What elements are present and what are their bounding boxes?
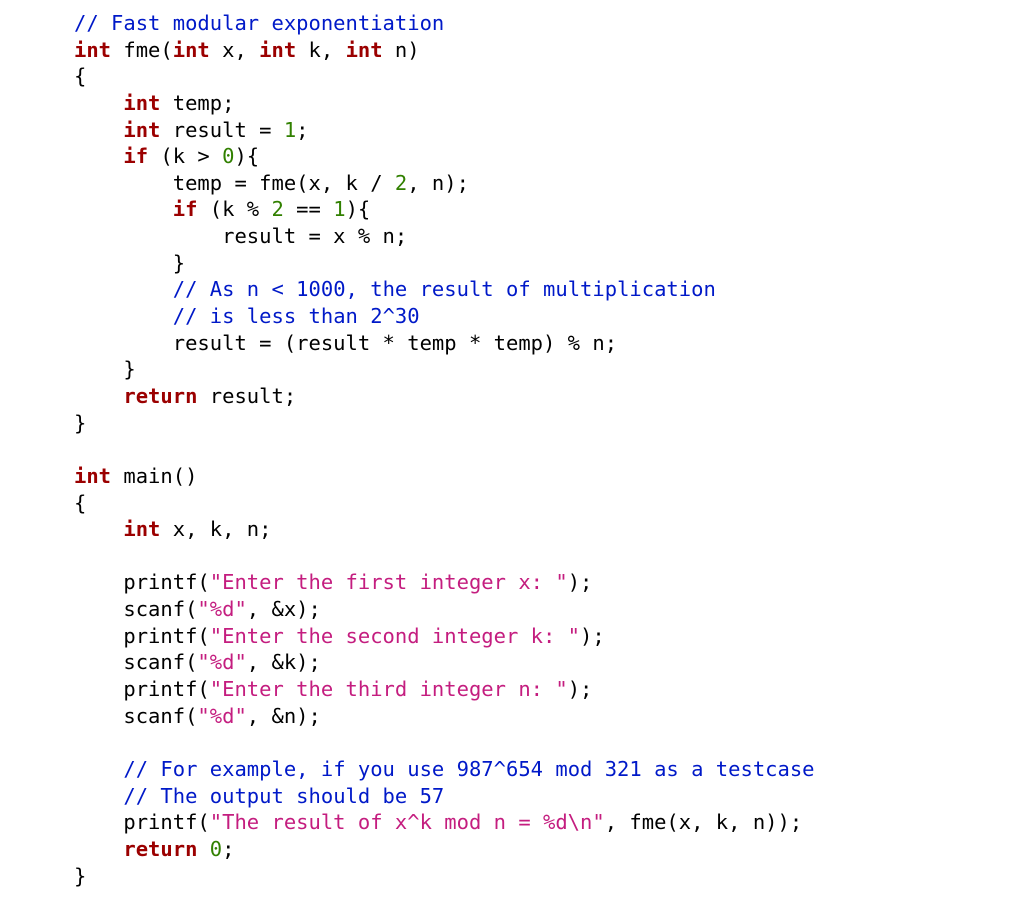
code-token: n) — [383, 38, 420, 62]
code-token — [74, 784, 123, 808]
code-token: , n); — [407, 171, 469, 195]
code-token: } — [74, 251, 185, 275]
code-token: result = (result * temp * temp) % n; — [74, 331, 617, 355]
code-token: ){ — [346, 197, 371, 221]
code-token: 2 — [272, 197, 284, 221]
code-token: , &x); — [247, 597, 321, 621]
code-token — [74, 91, 123, 115]
code-token: result = x % n; — [74, 224, 407, 248]
code-token: temp; — [160, 91, 234, 115]
code-token — [74, 384, 123, 408]
code-token: x, — [210, 38, 259, 62]
code-token: 1 — [284, 118, 296, 142]
code-token: { — [74, 491, 86, 515]
code-token: // Fast modular exponentiation — [74, 11, 444, 35]
code-token: scanf( — [74, 597, 197, 621]
code-token: 0 — [210, 837, 222, 861]
code-token: "Enter the third integer n: " — [210, 677, 568, 701]
code-token: printf( — [74, 810, 210, 834]
code-token: ); — [568, 570, 593, 594]
code-token: temp = fme(x, k / — [74, 171, 395, 195]
code-token: } — [74, 864, 86, 888]
code-token: int — [346, 38, 383, 62]
code-token: main() — [111, 464, 197, 488]
code-token: // is less than 2^30 — [173, 304, 420, 328]
code-token: printf( — [74, 570, 210, 594]
code-token: fme( — [111, 38, 173, 62]
code-token: 0 — [222, 144, 234, 168]
code-token — [74, 517, 123, 541]
code-token: "%d" — [197, 704, 246, 728]
code-token: // For example, if you use 987^654 mod 3… — [123, 757, 814, 781]
code-token — [74, 837, 123, 861]
code-token: , fme(x, k, n)); — [605, 810, 802, 834]
code-token: // The output should be 57 — [123, 784, 444, 808]
code-token: int — [74, 38, 111, 62]
code-token — [74, 118, 123, 142]
code-token: int — [123, 91, 160, 115]
code-token: return — [123, 837, 197, 861]
code-token — [74, 144, 123, 168]
code-token: ; — [296, 118, 308, 142]
code-token: , &n); — [247, 704, 321, 728]
code-token — [74, 757, 123, 781]
code-token: , &k); — [247, 650, 321, 674]
code-token: "%d" — [197, 597, 246, 621]
code-token: "Enter the second integer k: " — [210, 624, 580, 648]
code-token: ){ — [234, 144, 259, 168]
code-token: // As n < 1000, the result of multiplica… — [173, 277, 716, 301]
code-token: printf( — [74, 624, 210, 648]
code-token: int — [259, 38, 296, 62]
code-token: scanf( — [74, 704, 197, 728]
code-token: int — [74, 464, 111, 488]
code-token: ); — [568, 677, 593, 701]
code-token: k, — [296, 38, 345, 62]
code-token: result = — [160, 118, 283, 142]
code-token — [74, 277, 173, 301]
code-token: } — [74, 357, 136, 381]
code-token: x, k, n; — [160, 517, 271, 541]
code-token — [74, 304, 173, 328]
code-token: int — [123, 118, 160, 142]
code-token — [74, 197, 173, 221]
code-token: "Enter the first integer x: " — [210, 570, 568, 594]
code-token: (k % — [197, 197, 271, 221]
code-token — [197, 837, 209, 861]
code-token: int — [173, 38, 210, 62]
code-token: if — [173, 197, 198, 221]
code-token: == — [284, 197, 333, 221]
code-token: return — [123, 384, 197, 408]
code-block: // Fast modular exponentiation int fme(i… — [0, 0, 1024, 889]
code-token: } — [74, 411, 86, 435]
code-token: scanf( — [74, 650, 197, 674]
code-token: int — [123, 517, 160, 541]
code-token: if — [123, 144, 148, 168]
code-token: "The result of x^k mod n = %d\n" — [210, 810, 605, 834]
code-token: result; — [197, 384, 296, 408]
code-token: (k > — [148, 144, 222, 168]
code-token: { — [74, 64, 86, 88]
code-token: ; — [222, 837, 234, 861]
code-token: "%d" — [197, 650, 246, 674]
code-token: 2 — [395, 171, 407, 195]
code-token: 1 — [333, 197, 345, 221]
code-token: ); — [580, 624, 605, 648]
code-token: printf( — [74, 677, 210, 701]
